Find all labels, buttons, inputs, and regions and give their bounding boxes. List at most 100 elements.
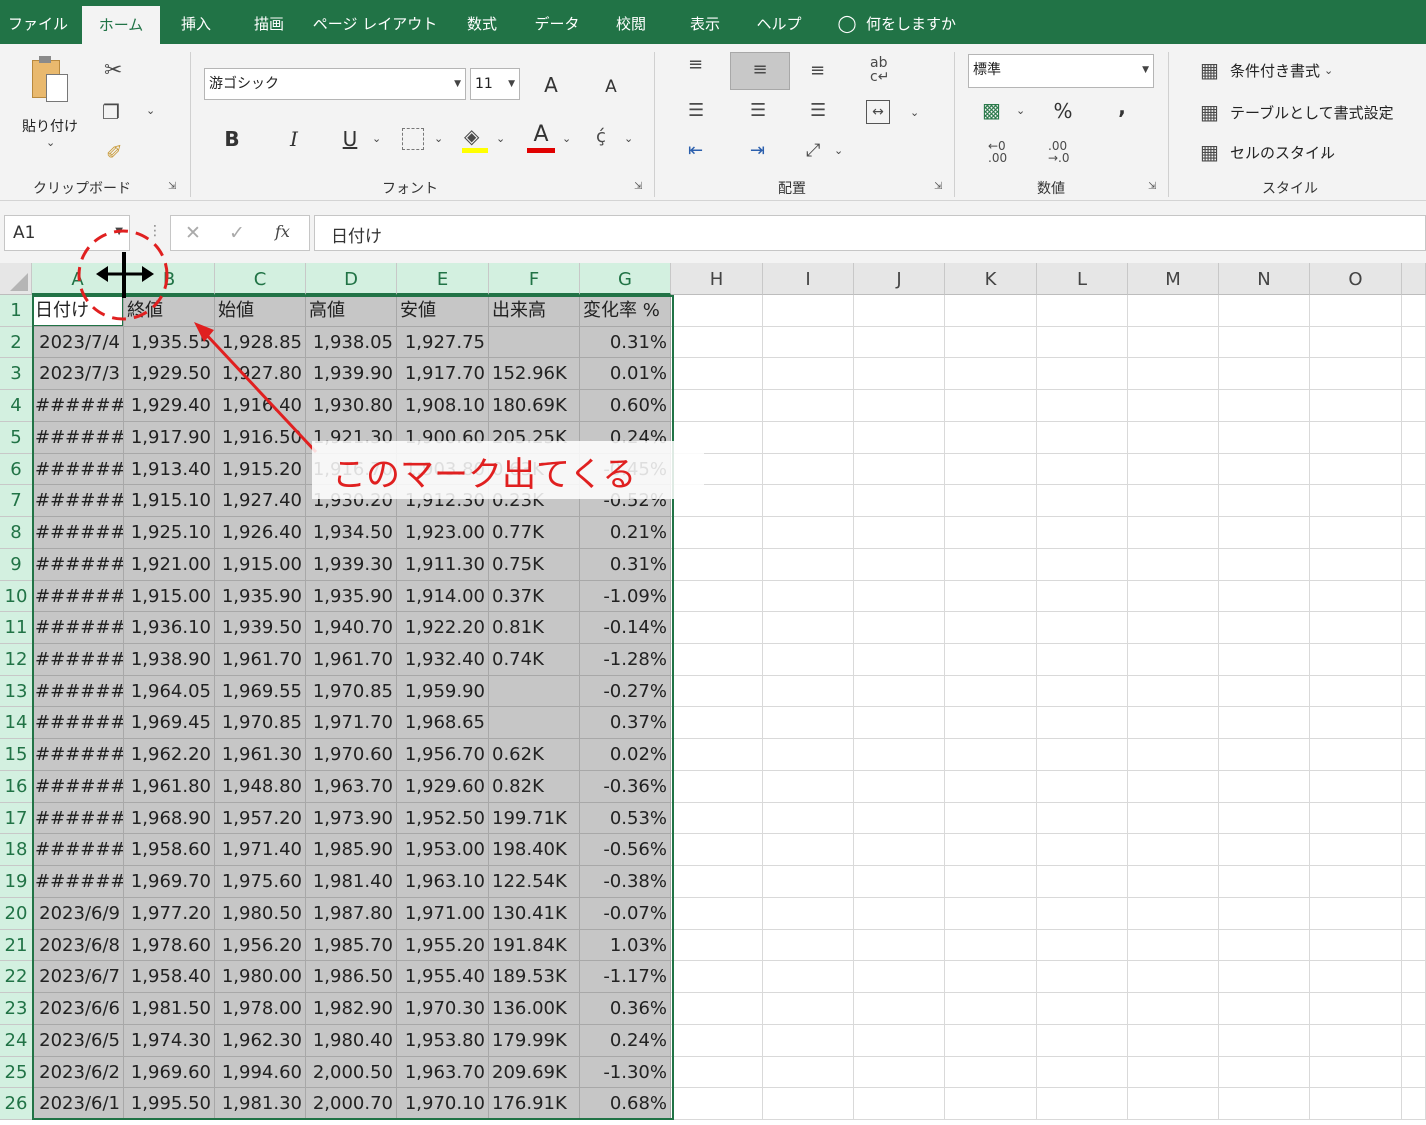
column-header[interactable]: M <box>1128 263 1219 295</box>
empty-cell[interactable] <box>945 834 1037 867</box>
data-cell[interactable]: 1,935.90 <box>215 580 306 613</box>
empty-cell[interactable] <box>1037 993 1128 1025</box>
data-cell[interactable]: 1,977.20 <box>124 897 215 930</box>
data-cell[interactable]: 1,971.70 <box>306 707 397 740</box>
empty-cell[interactable] <box>1037 453 1128 486</box>
empty-cell[interactable] <box>1310 834 1402 867</box>
format-as-table-button[interactable]: テーブルとして書式設定 <box>1230 102 1394 123</box>
data-cell[interactable]: 1,938.90 <box>124 644 215 676</box>
empty-cell[interactable] <box>1402 834 1426 867</box>
data-cell[interactable]: 1,926.40 <box>215 517 306 549</box>
empty-cell[interactable] <box>1402 358 1426 391</box>
empty-cell[interactable] <box>1128 834 1219 867</box>
data-cell[interactable]: 1,928.85 <box>215 326 306 359</box>
bold-button[interactable]: B <box>218 126 246 152</box>
data-cell[interactable]: 1,939.30 <box>306 548 397 581</box>
data-cell[interactable]: 1,980.40 <box>306 1024 397 1057</box>
empty-cell[interactable] <box>1037 961 1128 994</box>
empty-cell[interactable] <box>1128 295 1219 327</box>
empty-cell[interactable] <box>1128 802 1219 835</box>
data-cell[interactable]: 0.37K <box>489 580 580 613</box>
empty-cell[interactable] <box>763 897 854 930</box>
data-cell[interactable]: 1,980.00 <box>215 961 306 994</box>
empty-cell[interactable] <box>945 326 1037 359</box>
data-cell[interactable]: 1,969.60 <box>124 1056 215 1089</box>
header-cell[interactable]: 始値 <box>215 295 306 327</box>
data-cell[interactable]: -0.38% <box>580 866 671 898</box>
empty-cell[interactable] <box>763 834 854 867</box>
empty-cell[interactable] <box>1037 1088 1128 1120</box>
data-cell[interactable]: 1,927.75 <box>397 326 489 359</box>
empty-cell[interactable] <box>1128 929 1219 962</box>
copy-dropdown-chevron[interactable]: ⌄ <box>146 104 155 117</box>
empty-cell[interactable] <box>1037 548 1128 581</box>
empty-cell[interactable] <box>1219 739 1310 771</box>
italic-button[interactable]: I <box>280 126 308 152</box>
empty-cell[interactable] <box>1037 358 1128 391</box>
empty-cell[interactable] <box>671 707 763 740</box>
tab-formulas[interactable]: 数式 <box>452 0 512 44</box>
row-header[interactable]: 6 <box>0 453 32 486</box>
phonetic-dropdown-chevron[interactable]: ⌄ <box>624 132 633 145</box>
data-cell[interactable]: 1,923.00 <box>397 517 489 549</box>
empty-cell[interactable] <box>1310 1056 1402 1089</box>
empty-cell[interactable] <box>1310 390 1402 422</box>
alignment-launcher-icon[interactable]: ⇲ <box>934 182 944 192</box>
data-cell[interactable]: 1,962.20 <box>124 739 215 771</box>
data-cell[interactable]: 1,935.55 <box>124 326 215 359</box>
empty-cell[interactable] <box>1310 993 1402 1025</box>
empty-cell[interactable] <box>763 961 854 994</box>
row-header[interactable]: 25 <box>0 1056 32 1089</box>
data-cell[interactable]: 1,968.90 <box>124 802 215 835</box>
data-cell[interactable]: 1,957.20 <box>215 802 306 835</box>
data-cell[interactable]: -0.07% <box>580 897 671 930</box>
empty-cell[interactable] <box>854 834 945 867</box>
empty-cell[interactable] <box>671 834 763 867</box>
data-cell[interactable]: 1,969.55 <box>215 675 306 708</box>
row-header[interactable]: 19 <box>0 866 32 898</box>
empty-cell[interactable] <box>763 707 854 740</box>
data-cell[interactable]: 191.84K <box>489 929 580 962</box>
formula-bar-splitter[interactable]: ⋮ <box>148 223 162 239</box>
empty-cell[interactable] <box>671 612 763 645</box>
data-cell[interactable]: 1,959.90 <box>397 675 489 708</box>
data-cell[interactable]: 179.99K <box>489 1024 580 1057</box>
empty-cell[interactable] <box>763 326 854 359</box>
row-header[interactable]: 23 <box>0 993 32 1025</box>
empty-cell[interactable] <box>1128 866 1219 898</box>
column-header[interactable]: I <box>763 263 854 295</box>
tab-view[interactable]: 表示 <box>672 0 738 44</box>
empty-cell[interactable] <box>1219 421 1310 454</box>
border-icon[interactable] <box>402 128 424 150</box>
row-header[interactable]: 21 <box>0 929 32 962</box>
paste-button-label[interactable]: 貼り付け <box>18 116 82 136</box>
column-header[interactable]: N <box>1219 263 1310 295</box>
underline-button[interactable]: U <box>336 126 364 152</box>
format-painter-icon[interactable]: ✐ <box>106 140 123 164</box>
data-cell[interactable]: -0.27% <box>580 675 671 708</box>
empty-cell[interactable] <box>1037 390 1128 422</box>
data-cell[interactable]: 1,986.50 <box>306 961 397 994</box>
data-cell[interactable]: ####### <box>32 517 124 549</box>
data-cell[interactable]: 0.53% <box>580 802 671 835</box>
empty-cell[interactable] <box>1219 1056 1310 1089</box>
copy-icon[interactable]: ❐ <box>102 100 120 124</box>
empty-cell[interactable] <box>1128 644 1219 676</box>
empty-cell[interactable] <box>671 295 763 327</box>
empty-cell[interactable] <box>945 580 1037 613</box>
empty-cell[interactable] <box>671 1056 763 1089</box>
empty-cell[interactable] <box>1402 612 1426 645</box>
empty-cell[interactable] <box>1402 929 1426 962</box>
empty-cell[interactable] <box>763 929 854 962</box>
empty-cell[interactable] <box>1128 548 1219 581</box>
orientation-icon[interactable]: ⤢ <box>806 140 820 161</box>
data-cell[interactable]: 1,915.00 <box>215 548 306 581</box>
data-cell[interactable]: 1,963.10 <box>397 866 489 898</box>
data-cell[interactable] <box>489 326 580 359</box>
row-header[interactable]: 4 <box>0 390 32 422</box>
header-cell[interactable]: 高値 <box>306 295 397 327</box>
data-cell[interactable]: ####### <box>32 770 124 803</box>
empty-cell[interactable] <box>763 421 854 454</box>
empty-cell[interactable] <box>945 739 1037 771</box>
data-cell[interactable]: ####### <box>32 739 124 771</box>
